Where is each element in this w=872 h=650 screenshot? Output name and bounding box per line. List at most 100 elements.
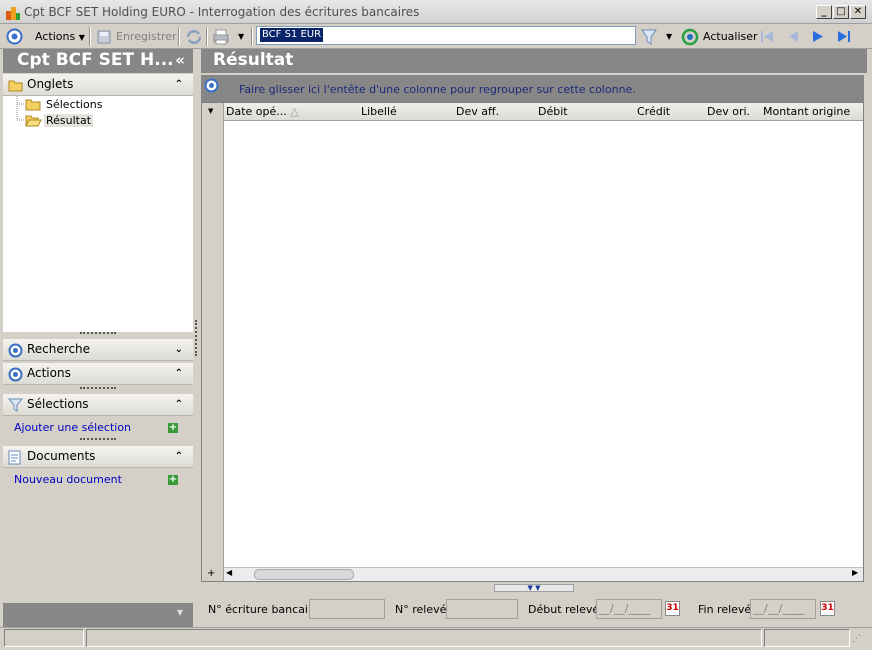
collapse-panel-button[interactable]: « — [175, 49, 185, 72]
column-header-montant-origine[interactable]: Montant origine — [763, 105, 850, 118]
filter-icon[interactable] — [641, 28, 657, 49]
scroll-left-icon[interactable]: ◀ — [226, 568, 232, 577]
maximize-button[interactable]: □ — [833, 5, 849, 19]
add-icon[interactable]: + — [168, 423, 178, 433]
status-cell — [86, 629, 762, 647]
save-button[interactable]: Enregistrer — [116, 28, 177, 45]
scroll-right-icon[interactable]: ▶ — [852, 568, 858, 577]
chevron-up-icon[interactable]: ⌃ — [175, 394, 183, 415]
add-icon[interactable]: + — [168, 475, 178, 485]
account-search-input[interactable]: BCF S1 EUR — [256, 26, 636, 45]
horizontal-scrollbar[interactable]: ◀ ▶ — [224, 567, 863, 581]
calendar-icon[interactable]: 31 — [665, 601, 680, 616]
start-statement-date-field[interactable]: __/__/____ — [596, 599, 662, 619]
minimize-button[interactable]: _ — [816, 5, 832, 19]
start-statement-label: Début relevé : — [528, 603, 607, 616]
next-icon[interactable] — [811, 28, 825, 48]
column-header-date[interactable]: Date opé... △ — [226, 105, 299, 118]
save-icon — [96, 29, 112, 48]
close-button[interactable]: ✕ — [850, 5, 866, 19]
resize-grip-icon[interactable]: ⋰ — [852, 634, 861, 644]
status-cell — [764, 629, 850, 647]
column-header-credit[interactable]: Crédit — [637, 105, 670, 118]
chevron-down-icon[interactable]: ▼ — [177, 608, 183, 617]
search-section-header[interactable]: Recherche ⌄ — [3, 339, 193, 361]
left-panel-title: Cpt BCF SET H... — [17, 50, 174, 70]
chevron-up-icon[interactable]: ⌃ — [175, 74, 183, 95]
folder-icon — [8, 78, 23, 92]
column-date-label: Date opé... — [226, 105, 287, 118]
window-title: Cpt BCF SET Holding EURO - Interrogation… — [24, 5, 420, 19]
column-header-dev-ori[interactable]: Dev ori. — [707, 105, 750, 118]
folder-icon — [25, 98, 41, 114]
print-dropdown-icon[interactable]: ▼ — [238, 28, 244, 45]
toolbar-separator — [89, 27, 91, 46]
search-section-label: Recherche — [27, 342, 91, 356]
refresh-icon — [681, 28, 699, 49]
tree-item-resultat[interactable]: Résultat — [44, 114, 94, 127]
actions-section-header[interactable]: Actions ⌃ — [3, 363, 193, 385]
collapse-details-tab[interactable]: ▼ ▼ — [494, 584, 574, 592]
document-icon — [8, 450, 22, 465]
chevron-up-icon[interactable]: ⌃ — [175, 363, 183, 384]
circle-nav-icon[interactable] — [204, 78, 219, 96]
actions-menu[interactable]: Actions ▼ — [35, 28, 85, 45]
panel-splitter[interactable] — [195, 320, 198, 356]
main-header: Résultat — [201, 49, 867, 73]
print-icon[interactable] — [211, 28, 231, 49]
documents-section-header[interactable]: Documents ⌃ — [3, 446, 193, 468]
group-by-area[interactable]: Faire glisser ici l'entête d'une colonne… — [201, 75, 864, 102]
chevron-up-icon[interactable]: ⌃ — [175, 446, 183, 467]
panel-grip[interactable] — [80, 387, 116, 390]
column-header-libelle[interactable]: Libellé — [361, 105, 397, 118]
open-folder-icon — [25, 114, 42, 130]
circle-nav-icon — [8, 367, 23, 382]
filter-icon — [7, 398, 24, 412]
sync-icon[interactable] — [185, 28, 203, 49]
results-grid[interactable]: ▼ + Date opé... △ Libellé Dev aff. Débit… — [201, 102, 864, 582]
row-selector-column: ▼ + — [202, 103, 224, 581]
last-icon[interactable] — [836, 28, 852, 48]
tabs-section-header[interactable]: Onglets ⌃ — [3, 74, 193, 96]
scroll-thumb[interactable] — [254, 569, 354, 580]
actions-section-label: Actions — [27, 366, 71, 380]
column-header-dev-aff[interactable]: Dev aff. — [456, 105, 499, 118]
status-cell — [4, 629, 84, 647]
tabs-tree: Sélections Résultat — [3, 96, 193, 332]
documents-section-label: Documents — [27, 449, 96, 463]
column-header-row: Date opé... △ Libellé Dev aff. Débit Cré… — [224, 103, 863, 121]
entry-number-field[interactable] — [309, 599, 385, 619]
app-icon — [5, 5, 21, 21]
end-statement-date-field[interactable]: __/__/____ — [750, 599, 816, 619]
toolbar-separator — [206, 27, 208, 46]
panel-grip[interactable] — [80, 332, 116, 335]
selections-section-label: Sélections — [27, 397, 89, 411]
column-chooser-icon[interactable]: ▼ — [208, 107, 213, 115]
calendar-icon[interactable]: 31 — [820, 601, 835, 616]
tree-item-selections[interactable]: Sélections — [46, 98, 102, 111]
main-title: Résultat — [213, 50, 294, 70]
panel-grip[interactable] — [80, 438, 116, 441]
prev-icon[interactable] — [786, 28, 800, 48]
column-header-debit[interactable]: Débit — [538, 105, 568, 118]
left-panel-header: Cpt BCF SET H... « — [3, 49, 193, 73]
filter-dropdown-icon[interactable]: ▼ — [666, 28, 672, 45]
selections-section-header[interactable]: Sélections ⌃ — [3, 394, 193, 416]
account-search-value: BCF S1 EUR — [260, 28, 324, 42]
statement-number-label: N° relevé : — [395, 603, 454, 616]
first-icon[interactable] — [759, 28, 775, 48]
group-by-hint: Faire glisser ici l'entête d'une colonne… — [239, 83, 636, 96]
circle-nav-icon[interactable] — [6, 28, 23, 48]
toolbar-separator — [178, 27, 180, 46]
expand-icon[interactable]: + — [207, 568, 215, 579]
toolbar-separator — [251, 27, 253, 46]
new-document-link[interactable]: Nouveau document — [14, 473, 122, 486]
add-selection-link[interactable]: Ajouter une sélection — [14, 421, 131, 434]
actions-label: Actions — [35, 30, 76, 43]
statement-number-field[interactable] — [446, 599, 518, 619]
tabs-section-label: Onglets — [27, 77, 74, 91]
dropdown-arrow-icon: ▼ — [78, 33, 85, 42]
refresh-button[interactable]: Actualiser — [703, 28, 758, 45]
chevron-down-icon[interactable]: ⌄ — [175, 339, 183, 360]
circle-nav-icon — [8, 343, 23, 358]
